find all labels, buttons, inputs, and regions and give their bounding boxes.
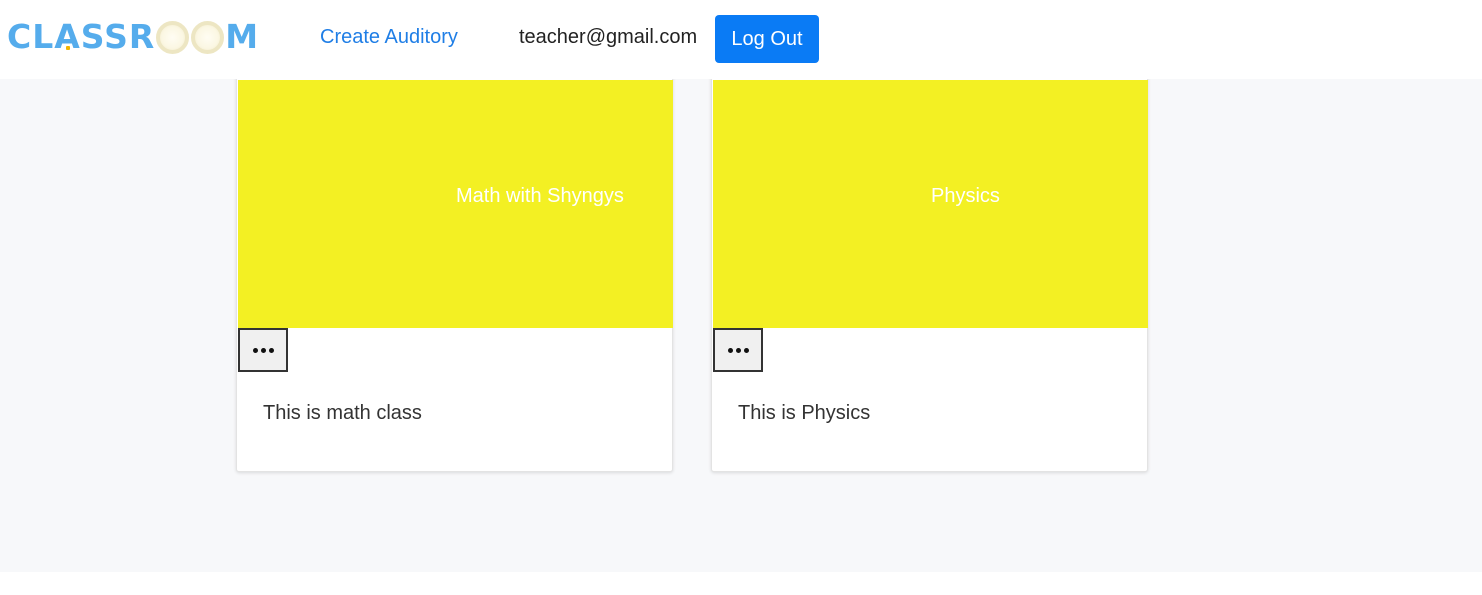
ellipsis-icon <box>252 347 274 353</box>
classes-area: Math with Shyngys This is math class Phy… <box>0 69 1482 572</box>
class-card-title: Physics <box>931 185 1000 207</box>
class-card-title: Math with Shyngys <box>456 185 624 207</box>
logo-text-right: M <box>225 17 260 56</box>
classroom-logo[interactable]: CLA SSR M <box>7 17 259 57</box>
class-card-banner[interactable]: Physics <box>713 80 1148 328</box>
class-card[interactable]: Physics This is Physics <box>711 69 1148 472</box>
class-card[interactable]: Math with Shyngys This is math class <box>236 69 673 472</box>
class-card-description: This is Physics <box>738 402 871 424</box>
logo-text-left: CLA SSR <box>7 17 156 56</box>
logo-ring-icon-2 <box>191 20 225 54</box>
class-card-description: This is math class <box>263 402 422 424</box>
ellipsis-icon <box>727 347 749 353</box>
create-auditory-link[interactable]: Create Auditory <box>320 26 458 49</box>
user-email: teacher@gmail.com <box>519 26 698 48</box>
logo-ring-icon <box>156 20 190 54</box>
top-navbar: CLA SSR M Create Auditory teacher@gmail.co… <box>0 0 1482 79</box>
class-card-menu-button[interactable] <box>713 328 763 372</box>
logout-button[interactable]: Log Out <box>715 15 819 63</box>
class-card-banner[interactable]: Math with Shyngys <box>238 80 673 328</box>
class-card-menu-button[interactable] <box>238 328 288 372</box>
